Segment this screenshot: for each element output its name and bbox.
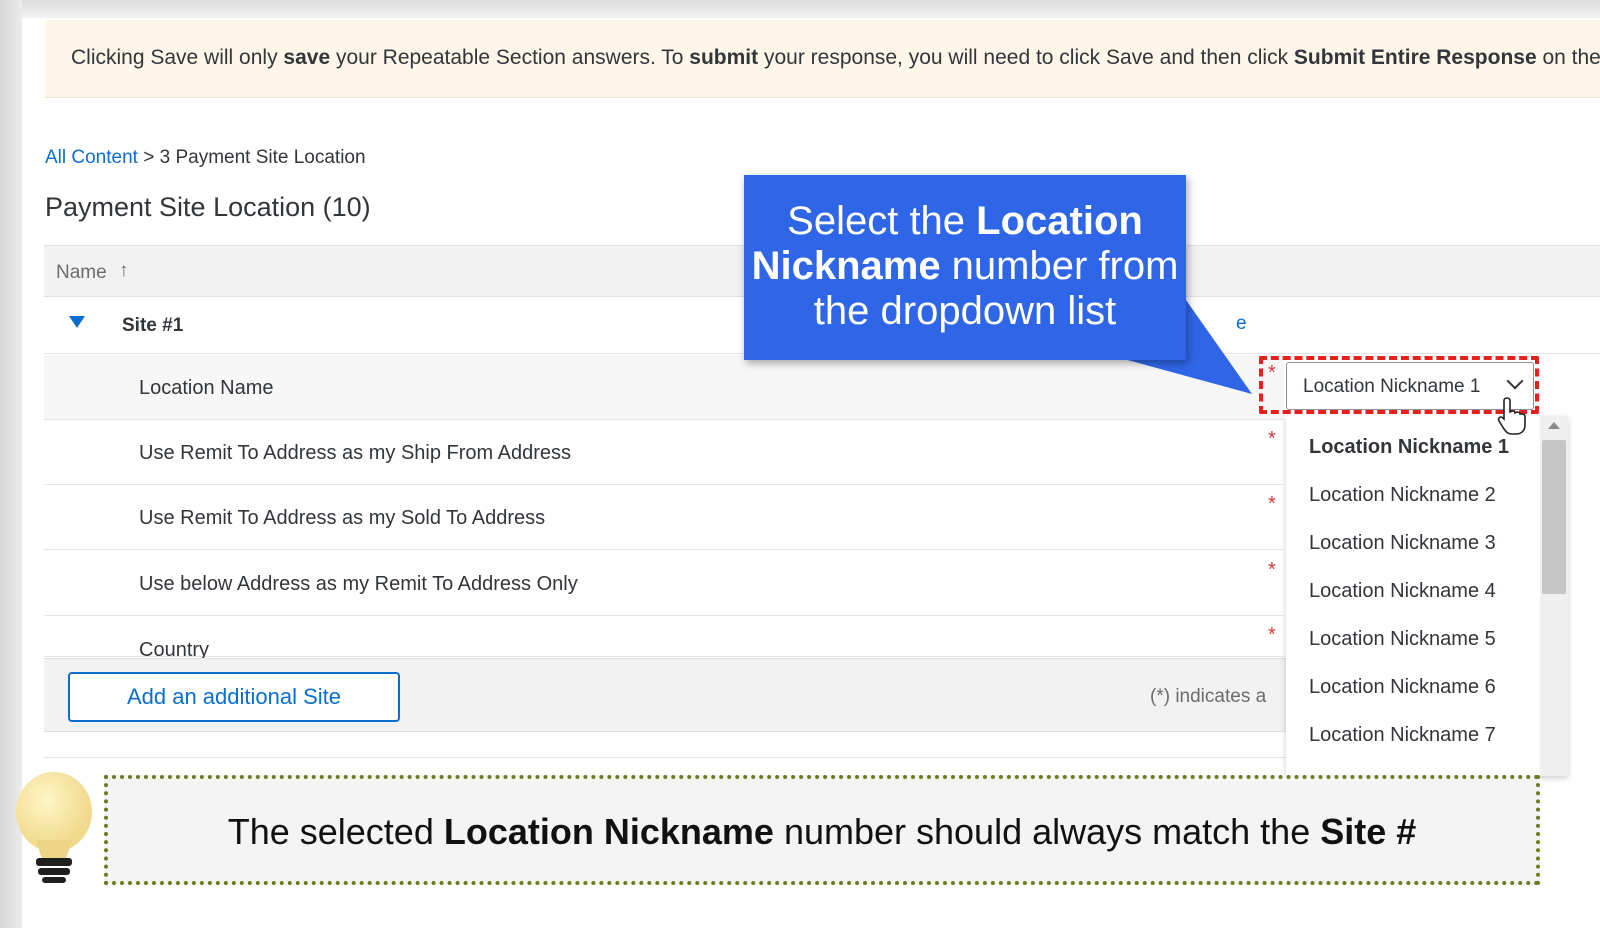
dropdown-option[interactable]: Location Nickname 2 [1309, 484, 1496, 507]
table-row: Location Name [44, 355, 1284, 420]
hand-pointer-icon [1497, 396, 1527, 444]
scroll-up-icon[interactable] [1548, 422, 1560, 429]
scroll-thumb[interactable] [1542, 440, 1566, 594]
dropdown-option[interactable]: Location Nickname 1 [1309, 436, 1509, 459]
required-marker: * [1268, 624, 1276, 646]
page-title: Payment Site Location (10) [45, 192, 371, 222]
add-additional-site-button[interactable]: Add an additional Site [68, 672, 400, 722]
table-row: Country [44, 617, 1284, 661]
required-marker: * [1268, 428, 1276, 450]
tip-text: The selected Location Nickname number sh… [227, 811, 1417, 852]
table-row: Use below Address as my Remit To Address… [44, 551, 1284, 616]
dropdown-option[interactable]: Location Nickname 3 [1309, 532, 1496, 555]
field-label: Use Remit To Address as my Sold To Addre… [139, 507, 546, 529]
lightbulb-icon [16, 772, 92, 883]
dropdown-list: Location Nickname 1 Location Nickname 2 … [1286, 416, 1568, 776]
collapse-caret-icon[interactable] [69, 316, 85, 328]
top-edge [22, 0, 1600, 18]
divider [44, 757, 1286, 758]
required-marker: * [1268, 493, 1276, 515]
table-footer: Add an additional Site (*) indicates a [44, 658, 1286, 732]
dropdown-option[interactable]: Location Nickname 7 [1309, 724, 1496, 747]
partially-hidden-text: e [1236, 313, 1247, 334]
breadcrumb-separator: > [137, 147, 160, 168]
breadcrumb: All Content > 3 Payment Site Location [45, 147, 366, 169]
field-label: Use Remit To Address as my Ship From Add… [139, 442, 572, 464]
dropdown-option[interactable]: Location Nickname 5 [1309, 628, 1496, 651]
site-label: Site #1 [122, 315, 184, 336]
sort-ascending-icon[interactable]: ↑ [119, 260, 129, 282]
dropdown-scrollbar[interactable] [1540, 416, 1568, 776]
tip-box: The selected Location Nickname number sh… [104, 775, 1540, 885]
dropdown-option[interactable]: Location Nickname 4 [1309, 580, 1496, 603]
column-header-name[interactable]: Name [56, 262, 107, 284]
instruction-callout: Select the Location Nickname number from… [744, 175, 1186, 360]
required-note: (*) indicates a [1150, 686, 1267, 707]
info-banner: Clicking Save will only save your Repeat… [45, 20, 1600, 98]
dropdown-option[interactable]: Location Nickname 6 [1309, 676, 1496, 699]
field-label: Use below Address as my Remit To Address… [139, 573, 578, 595]
table-row: Use Remit To Address as my Sold To Addre… [44, 485, 1284, 550]
banner-text: Clicking Save will only save your Repeat… [71, 46, 1600, 69]
table-row: Use Remit To Address as my Ship From Add… [44, 420, 1284, 485]
required-marker: * [1268, 559, 1276, 581]
breadcrumb-current: 3 Payment Site Location [159, 147, 366, 168]
field-label: Location Name [139, 377, 274, 399]
breadcrumb-link-all-content[interactable]: All Content [45, 147, 138, 168]
